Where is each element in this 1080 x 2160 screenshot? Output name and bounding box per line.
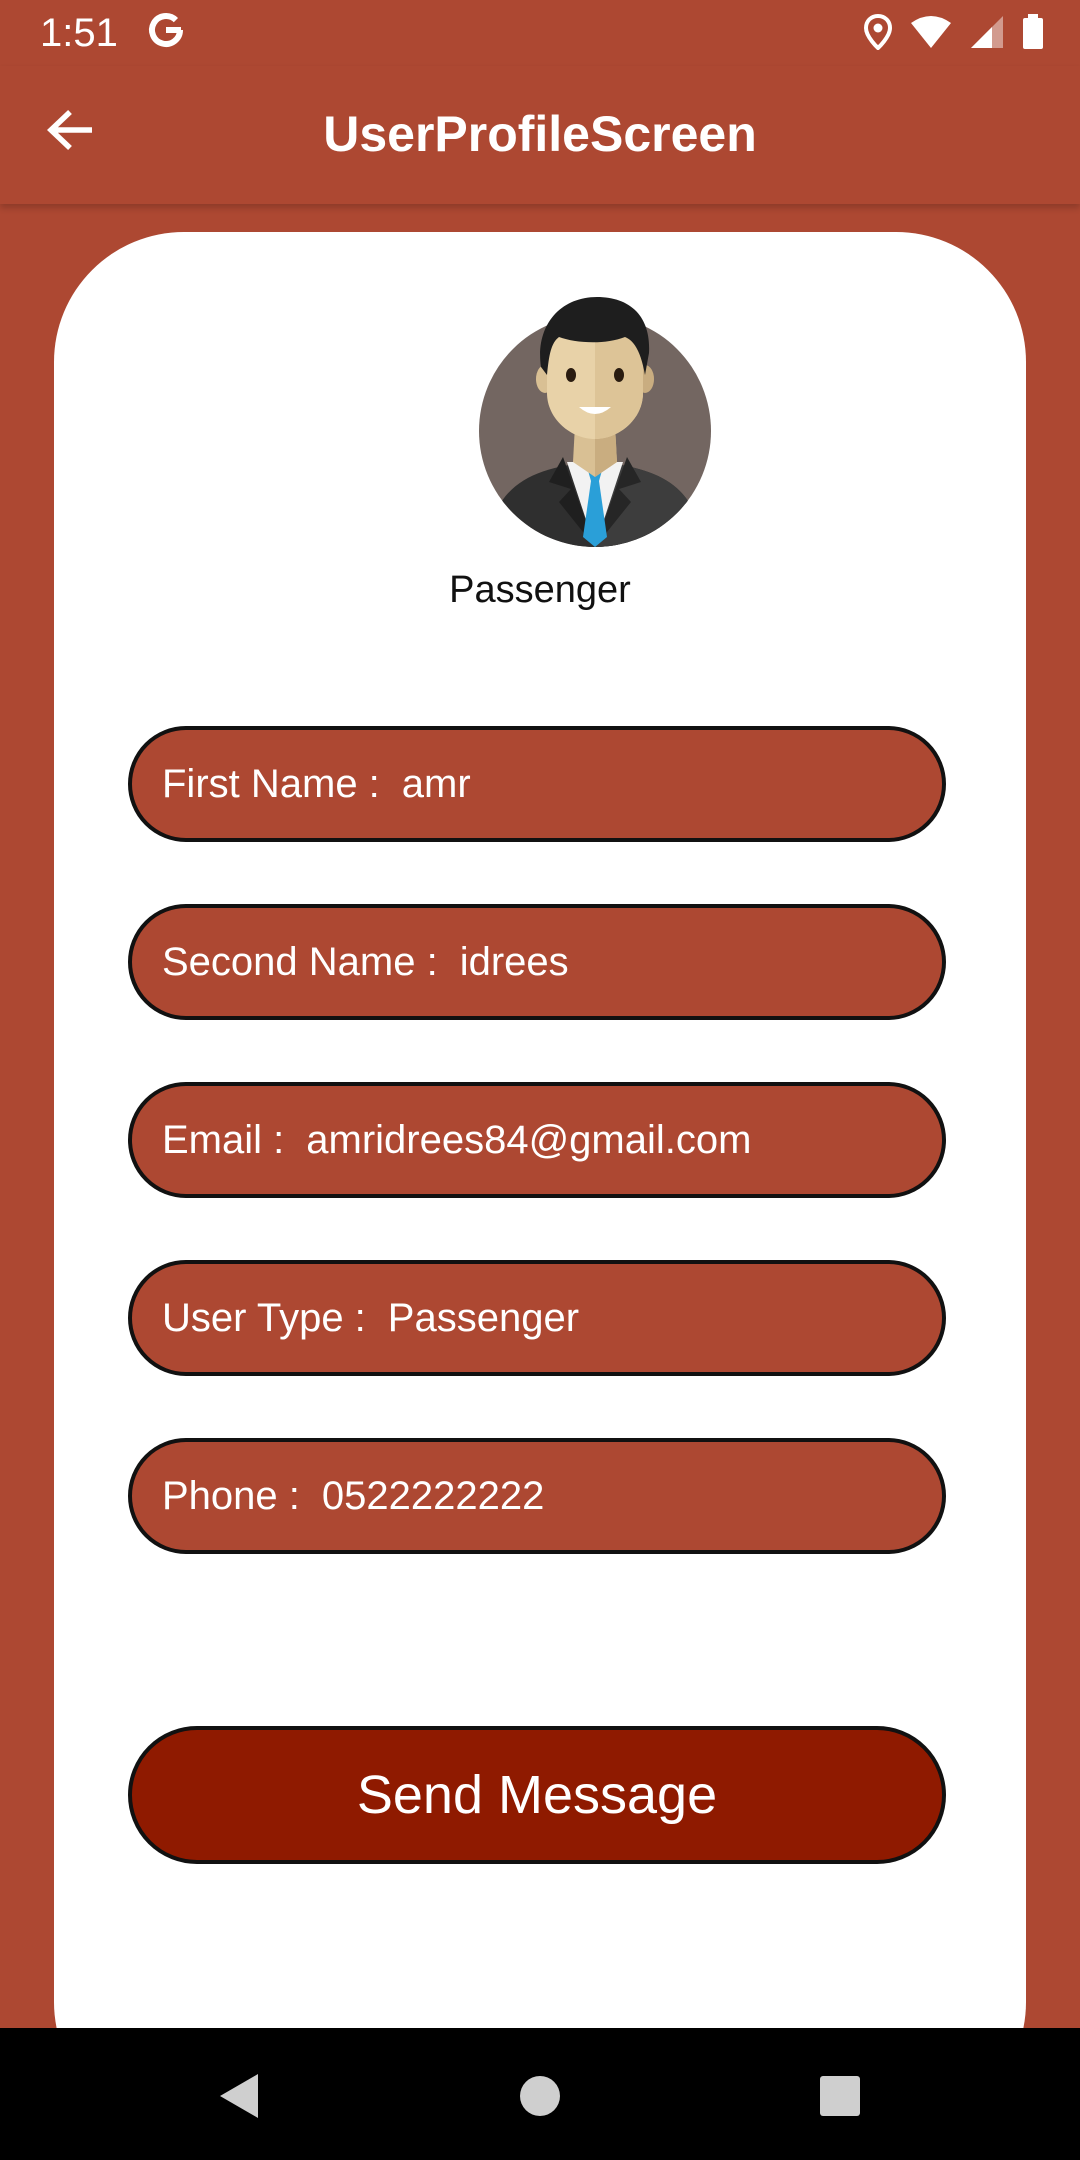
profile-card: Passenger First Name : amr Second Name :…: [54, 232, 1026, 2132]
google-icon: [146, 10, 186, 50]
field-value: amridrees84@gmail.com: [306, 1117, 752, 1162]
second-name-field[interactable]: Second Name : idrees: [128, 904, 946, 1020]
businessman-avatar-icon: [479, 297, 711, 547]
app-bar: UserProfileScreen: [0, 66, 1080, 204]
page-title: UserProfileScreen: [323, 106, 757, 162]
avatar: [479, 297, 711, 547]
nav-home-icon[interactable]: [512, 2068, 568, 2124]
wifi-icon: [910, 15, 952, 54]
nav-recents-icon[interactable]: [812, 2068, 868, 2124]
battery-icon: [1022, 14, 1044, 55]
user-role-label: Passenger: [449, 569, 631, 611]
field-value: idrees: [459, 939, 569, 984]
field-label: User Type :: [162, 1295, 366, 1340]
field-value: 0522222222: [321, 1473, 545, 1518]
field-label: Email :: [162, 1117, 285, 1162]
nav-back-icon[interactable]: [212, 2068, 268, 2124]
system-nav-bar: [0, 2028, 1080, 2160]
field-label: First Name :: [162, 761, 380, 806]
status-time: 1:51: [40, 11, 118, 55]
field-value: Passenger: [387, 1295, 580, 1340]
phone-field[interactable]: Phone : 0522222222: [128, 1438, 946, 1554]
field-label: Phone :: [162, 1473, 300, 1518]
location-icon: [863, 13, 893, 55]
user-type-field[interactable]: User Type : Passenger: [128, 1260, 946, 1376]
first-name-field[interactable]: First Name : amr: [128, 726, 946, 842]
status-icons: [863, 13, 1044, 55]
field-value: amr: [401, 761, 471, 806]
status-bar: 1:51: [0, 0, 1080, 66]
email-field[interactable]: Email : amridrees84@gmail.com: [128, 1082, 946, 1198]
field-label: Second Name :: [162, 939, 438, 984]
signal-icon: [970, 15, 1004, 54]
send-message-button[interactable]: Send Message: [128, 1726, 946, 1864]
